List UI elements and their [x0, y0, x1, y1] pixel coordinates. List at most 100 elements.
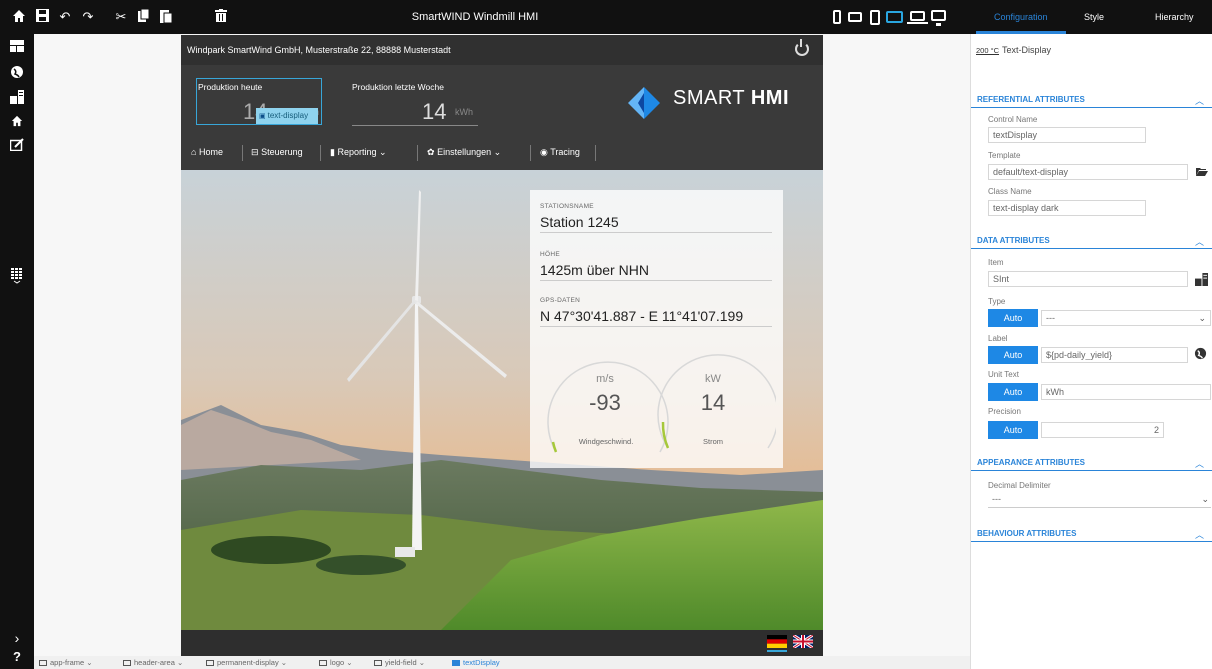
- home-icon[interactable]: [9, 115, 25, 129]
- language-footer: [181, 630, 823, 656]
- data-items-icon[interactable]: [1194, 273, 1208, 287]
- chevron-up-icon[interactable]: ︿: [1195, 235, 1204, 248]
- type-select[interactable]: --- ⌄: [1041, 310, 1211, 326]
- phone-landscape-icon[interactable]: [848, 12, 862, 22]
- logo-text-bold: HMI: [750, 87, 790, 109]
- precision-auto-button[interactable]: Auto: [988, 421, 1038, 439]
- nav-separator: [530, 145, 531, 161]
- divider: [540, 326, 772, 327]
- type-auto-button[interactable]: Auto: [988, 309, 1038, 327]
- component-icon: [123, 660, 131, 666]
- main-navigation: ⌂ Home ⊟ Steuerung ▮ Reporting ⌄ ✿ Einst…: [181, 136, 823, 170]
- chevron-down-icon: ⌄: [1201, 494, 1209, 504]
- redo-icon[interactable]: ↷: [80, 9, 96, 25]
- component-prefix: 200 °C: [976, 46, 1000, 55]
- breadcrumb-item[interactable]: permanent-display ⌄: [206, 658, 287, 667]
- yield-today-label: Produktion heute: [198, 82, 263, 92]
- chevron-down-icon: ⌄: [493, 147, 502, 157]
- station-height: 1425m über NHN: [540, 262, 649, 278]
- section-referential[interactable]: REFERENTIAL ATTRIBUTES: [977, 95, 1085, 104]
- tablet-portrait-icon[interactable]: [870, 10, 880, 25]
- keypad-icon[interactable]: [9, 268, 25, 284]
- power-gauge-caption: Strom: [702, 437, 723, 446]
- item-label: Item: [988, 258, 1004, 267]
- cut-icon[interactable]: ✂: [113, 9, 129, 25]
- paste-icon[interactable]: [158, 9, 174, 25]
- flag-uk-icon[interactable]: [793, 635, 813, 648]
- component-title: Text-Display: [1002, 45, 1052, 55]
- logo-text-light: SMART: [673, 87, 745, 109]
- power-icon[interactable]: [795, 39, 809, 56]
- data-items-icon[interactable]: [9, 90, 25, 104]
- logo-text: SMART HMI: [673, 87, 789, 110]
- power-gauge-value: 14: [700, 390, 726, 415]
- nav-separator: [320, 145, 321, 161]
- properties-panel: 200 °C Text-Display REFERENTIAL ATTRIBUT…: [970, 34, 1212, 669]
- nav-tracing[interactable]: ◉ Tracing: [540, 147, 580, 158]
- home-icon: ⌂: [191, 147, 197, 157]
- section-divider: [971, 248, 1212, 249]
- tab-hierarchy[interactable]: Hierarchy: [1155, 12, 1194, 22]
- template-input[interactable]: [988, 164, 1188, 180]
- yield-week-label: Produktion letzte Woche: [352, 82, 444, 92]
- nav-separator: [242, 145, 243, 161]
- edit-icon[interactable]: [9, 138, 25, 152]
- nav-steuerung[interactable]: ⊟ Steuerung: [251, 147, 303, 158]
- section-divider: [971, 107, 1212, 108]
- desktop-icon[interactable]: [931, 10, 946, 21]
- phone-portrait-icon[interactable]: [833, 10, 841, 24]
- unit-text-input[interactable]: [1041, 384, 1211, 400]
- undo-icon[interactable]: ↶: [57, 9, 73, 25]
- nav-separator: [417, 145, 418, 161]
- section-appearance[interactable]: APPEARANCE ATTRIBUTES: [977, 458, 1085, 467]
- power-gauge-unit: kW: [705, 373, 721, 385]
- class-name-label: Class Name: [988, 187, 1032, 196]
- copy-icon[interactable]: [136, 8, 152, 25]
- section-data[interactable]: DATA ATTRIBUTES: [977, 236, 1050, 245]
- nav-home[interactable]: ⌂ Home: [191, 147, 223, 157]
- text-display-icon: [452, 660, 460, 666]
- laptop-icon[interactable]: [910, 11, 925, 21]
- breadcrumb-item-active[interactable]: textDisplay: [452, 658, 500, 667]
- chevron-up-icon[interactable]: ︿: [1195, 528, 1204, 541]
- unit-text-auto-button[interactable]: Auto: [988, 383, 1038, 401]
- class-name-input[interactable]: [988, 200, 1146, 216]
- item-input[interactable]: [988, 271, 1188, 287]
- breadcrumb-item[interactable]: logo ⌄: [319, 658, 353, 667]
- component-icon: [206, 660, 214, 666]
- section-behaviour[interactable]: BEHAVIOUR ATTRIBUTES: [977, 529, 1076, 538]
- nav-einstellungen[interactable]: ✿ Einstellungen ⌄: [427, 147, 501, 158]
- tab-style[interactable]: Style: [1084, 12, 1104, 22]
- help-icon[interactable]: ?: [9, 650, 25, 664]
- control-name-input[interactable]: [988, 127, 1146, 143]
- globe-icon[interactable]: [1193, 347, 1207, 361]
- label-input[interactable]: [1041, 347, 1188, 363]
- breadcrumb-item[interactable]: app-frame ⌄: [39, 658, 93, 667]
- wind-gauge-value: -93: [589, 390, 621, 415]
- save-icon[interactable]: [34, 9, 50, 25]
- laptop-base: [907, 22, 928, 24]
- nav-steuerung-label: Steuerung: [261, 147, 303, 157]
- breadcrumb-item[interactable]: yield-field ⌄: [374, 658, 425, 667]
- decimal-delimiter-select[interactable]: --- ⌄: [988, 492, 1211, 508]
- app-title: SmartWIND Windmill HMI: [411, 11, 539, 23]
- breadcrumb-item[interactable]: header-area ⌄: [123, 658, 183, 667]
- folder-open-icon[interactable]: [1195, 166, 1209, 180]
- component-icon: [319, 660, 327, 666]
- globe-icon[interactable]: [9, 65, 25, 79]
- tab-configuration[interactable]: Configuration: [994, 12, 1048, 22]
- chevron-up-icon[interactable]: ︿: [1195, 94, 1204, 107]
- chevron-up-icon[interactable]: ︿: [1195, 457, 1204, 470]
- gps-value: N 47°30'41.887 - E 11°41'07.199: [540, 308, 744, 324]
- flag-de-icon[interactable]: [767, 635, 787, 648]
- expand-icon[interactable]: ›: [9, 631, 25, 645]
- tablet-landscape-icon[interactable]: [886, 11, 903, 23]
- precision-input[interactable]: [1041, 422, 1164, 438]
- home-icon[interactable]: [11, 9, 27, 25]
- delete-icon[interactable]: [213, 9, 229, 25]
- section-divider: [971, 470, 1212, 471]
- layout-icon[interactable]: [9, 40, 25, 54]
- unit-text-label: Unit Text: [988, 370, 1019, 379]
- label-auto-button[interactable]: Auto: [988, 346, 1038, 364]
- nav-reporting[interactable]: ▮ Reporting ⌄: [330, 147, 387, 158]
